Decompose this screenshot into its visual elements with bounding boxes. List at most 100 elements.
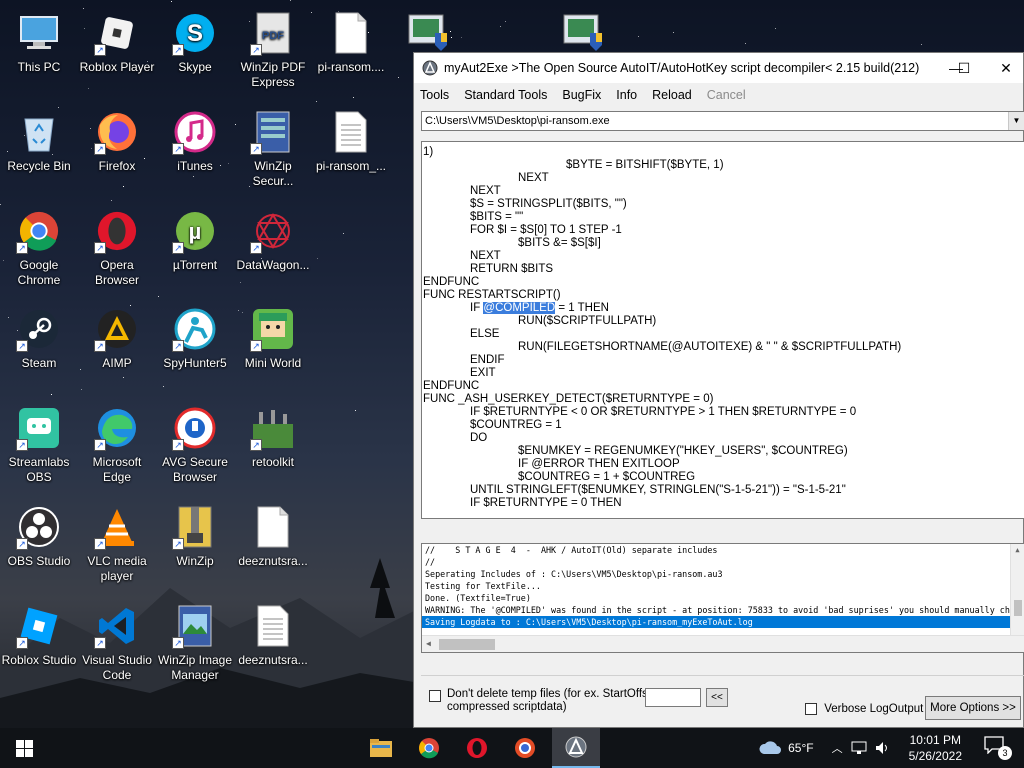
desktop-icon-opera[interactable]: ↗ Opera Browser bbox=[78, 202, 156, 288]
log-line: Done. (Textfile=True) bbox=[425, 593, 531, 603]
desktop-icon-steam[interactable]: ↗ Steam bbox=[0, 300, 78, 371]
desktop-icon-text-file[interactable]: pi-ransom_... bbox=[312, 103, 390, 174]
desktop-icon-vlc[interactable]: ↗ VLC media player bbox=[78, 498, 156, 584]
weather-cloud-icon[interactable] bbox=[758, 740, 782, 756]
desktop-icon-text-file[interactable]: deeznutsra... bbox=[234, 597, 312, 668]
installer-icon bbox=[406, 10, 452, 56]
weather-temperature[interactable]: 65°F bbox=[788, 741, 813, 755]
desktop-icon-label: Mini World bbox=[244, 356, 302, 370]
desktop-icon-itunes[interactable]: ↗ iTunes bbox=[156, 103, 234, 174]
verbose-checkbox[interactable] bbox=[805, 703, 817, 715]
desktop-icon-file[interactable]: deeznutsra... bbox=[234, 498, 312, 569]
code-selection: @COMPILED bbox=[483, 302, 556, 314]
back-button[interactable]: << bbox=[706, 688, 728, 707]
start-offset-input[interactable] bbox=[645, 688, 701, 707]
menu-bar: Tools Standard Tools BugFix Info Reload … bbox=[414, 83, 1023, 107]
taskbar-chrome[interactable] bbox=[406, 728, 452, 768]
desktop-icon-winzip-image[interactable]: ↗ WinZip Image Manager bbox=[156, 597, 234, 683]
aimp-icon: ↗ bbox=[94, 306, 140, 352]
desktop-icon-skype[interactable]: S ↗ Skype bbox=[156, 4, 234, 75]
maximize-button[interactable]: ☐ bbox=[941, 53, 987, 83]
scroll-up-icon[interactable]: ▲ bbox=[1011, 544, 1024, 556]
desktop-icon-datawagon[interactable]: ↗ DataWagon... bbox=[234, 202, 312, 273]
desktop-icon-aimp[interactable]: ↗ AIMP bbox=[78, 300, 156, 371]
taskbar-opera[interactable] bbox=[454, 728, 500, 768]
network-icon[interactable] bbox=[851, 741, 867, 755]
winzip-image-icon: ↗ bbox=[172, 603, 218, 649]
desktop-icon-edge[interactable]: ↗ Microsoft Edge bbox=[78, 399, 156, 485]
desktop-icon-label: This PC bbox=[17, 60, 61, 74]
vscode-icon: ↗ bbox=[94, 603, 140, 649]
file-path-combobox[interactable]: C:\Users\VM5\Desktop\pi-ransom.exe ▼ bbox=[421, 111, 1024, 131]
taskbar-myaut2exe[interactable] bbox=[552, 728, 600, 768]
desktop-icon-vscode[interactable]: ↗ Visual Studio Code bbox=[78, 597, 156, 683]
desktop-icon-recycle-bin[interactable]: Recycle Bin bbox=[0, 103, 78, 174]
desktop-icon-winzip-pdf[interactable]: PDF ↗ WinZip PDF Express bbox=[234, 4, 312, 90]
itunes-icon: ↗ bbox=[172, 109, 218, 155]
sky-star bbox=[171, 1, 172, 2]
desktop-icon-utorrent[interactable]: µ ↗ µTorrent bbox=[156, 202, 234, 273]
scroll-left-icon[interactable]: ◀ bbox=[426, 638, 431, 650]
shortcut-arrow-icon: ↗ bbox=[250, 340, 262, 352]
shortcut-arrow-icon: ↗ bbox=[250, 242, 262, 254]
obs-icon: ↗ bbox=[16, 504, 62, 550]
desktop-icon-label: SpyHunter5 bbox=[163, 356, 227, 370]
log-vertical-thumb[interactable] bbox=[1014, 600, 1022, 616]
desktop-icon-firefox[interactable]: ↗ Firefox bbox=[78, 103, 156, 174]
dont-delete-temp-checkbox[interactable] bbox=[429, 690, 441, 702]
menu-cancel[interactable]: Cancel bbox=[707, 88, 746, 102]
log-vertical-scrollbar[interactable]: ▲ bbox=[1010, 544, 1024, 636]
menu-standard-tools[interactable]: Standard Tools bbox=[464, 88, 547, 102]
desktop-icon-label: Visual Studio Code bbox=[82, 653, 152, 682]
chevron-down-icon[interactable]: ▼ bbox=[1008, 112, 1024, 130]
desktop-icon-obs[interactable]: ↗ OBS Studio bbox=[0, 498, 78, 569]
verbose-row[interactable]: Verbose LogOutput bbox=[805, 703, 923, 715]
code-line: FUNC RESTARTSCRIPT() bbox=[423, 289, 561, 301]
desktop-icon-chrome[interactable]: ↗ Google Chrome bbox=[0, 202, 78, 288]
menu-tools[interactable]: Tools bbox=[420, 88, 449, 102]
menu-bugfix[interactable]: BugFix bbox=[562, 88, 601, 102]
more-options-button[interactable]: More Options >> bbox=[925, 696, 1021, 720]
chevron-up-icon[interactable]: ︿ bbox=[832, 740, 843, 756]
desktop-icon-mini-world[interactable]: ↗ Mini World bbox=[234, 300, 312, 371]
menu-reload[interactable]: Reload bbox=[652, 88, 692, 102]
clock[interactable]: 10:01 PM 5/26/2022 bbox=[909, 732, 962, 764]
log-horizontal-scrollbar[interactable]: ◀ bbox=[422, 635, 1024, 652]
menu-info[interactable]: Info bbox=[616, 88, 637, 102]
sky-star bbox=[398, 77, 399, 78]
dont-delete-temp-checkbox-row[interactable] bbox=[429, 690, 441, 702]
desktop-icon-label: DataWagon... bbox=[236, 258, 310, 272]
sky-star bbox=[111, 200, 112, 201]
volume-icon[interactable] bbox=[875, 741, 891, 755]
log-horizontal-thumb[interactable] bbox=[439, 639, 495, 650]
shortcut-arrow-icon: ↗ bbox=[16, 439, 28, 451]
desktop-icon-this-pc[interactable]: This PC bbox=[0, 4, 78, 75]
desktop-icon-winzip[interactable]: ↗ WinZip bbox=[156, 498, 234, 569]
taskbar-chrome-alt[interactable] bbox=[502, 728, 548, 768]
desktop-icon-retoolkit[interactable]: ↗ retoolkit bbox=[234, 399, 312, 470]
taskbar-file-explorer[interactable] bbox=[358, 728, 404, 768]
dont-delete-temp-label: Don't delete temp files (for ex. StartOf… bbox=[447, 688, 658, 713]
code-line: ENDIF bbox=[470, 354, 505, 366]
shortcut-arrow-icon: ↗ bbox=[16, 340, 28, 352]
desktop-icon-roblox-studio[interactable]: ↗ Roblox Studio bbox=[0, 597, 78, 668]
desktop-icon-label: Google Chrome bbox=[17, 258, 61, 287]
title-bar[interactable]: myAut2Exe >The Open Source AutoIT/AutoHo… bbox=[414, 53, 1023, 83]
sky-star bbox=[355, 410, 356, 411]
desktop-icon-roblox[interactable]: ↗ Roblox Player bbox=[78, 4, 156, 75]
this-pc-icon bbox=[16, 10, 62, 56]
sky-star bbox=[158, 296, 159, 297]
desktop-icon-file[interactable]: pi-ransom.... bbox=[312, 4, 390, 75]
desktop-icon-winzip-secure[interactable]: ↗ WinZip Secur... bbox=[234, 103, 312, 189]
start-button[interactable] bbox=[0, 728, 48, 768]
opera-icon: ↗ bbox=[94, 208, 140, 254]
decompiled-script-view[interactable]: 1) $BYTE = BITSHIFT($BYTE, 1) NEXT NEXT $S =… bbox=[421, 141, 1024, 519]
desktop-icon-streamlabs[interactable]: ↗ Streamlabs OBS bbox=[0, 399, 78, 485]
svg-text:S: S bbox=[187, 20, 203, 47]
log-output[interactable]: // S T A G E 4 - AHK / AutoIT(Old) separ… bbox=[421, 543, 1024, 653]
code-line: DO bbox=[470, 432, 488, 444]
desktop-icon-avg[interactable]: ↗ AVG Secure Browser bbox=[156, 399, 234, 485]
desktop-icon-spyhunter[interactable]: ↗ SpyHunter5 bbox=[156, 300, 234, 371]
close-button[interactable]: ✕ bbox=[987, 53, 1024, 83]
notification-center-button[interactable]: 3 bbox=[984, 736, 1012, 760]
